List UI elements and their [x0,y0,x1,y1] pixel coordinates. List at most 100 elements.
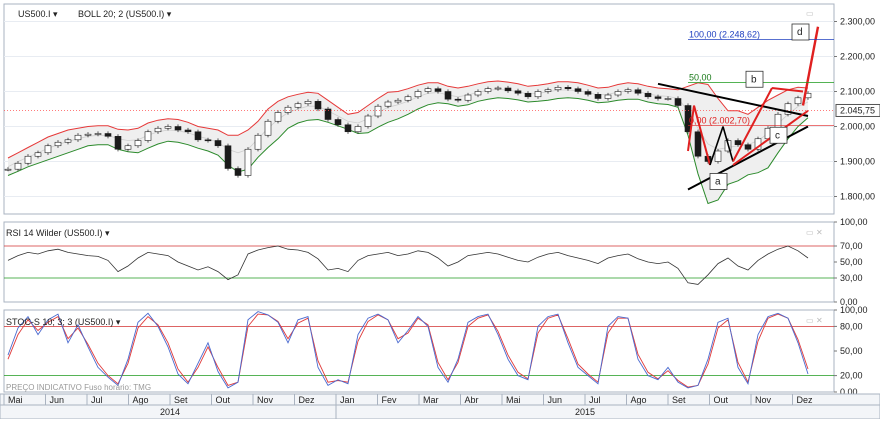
candle-up [4,168,12,171]
chevron-down-icon[interactable]: ▾ [167,9,172,19]
candle-down [194,131,202,141]
x-month-label: Mai [506,395,521,405]
candle-up [544,89,552,92]
candle-up [414,91,422,98]
candle-down [584,91,592,95]
candle-down [734,140,742,145]
panel-close-icon[interactable]: ✕ [816,316,823,325]
candle-up [664,98,672,100]
candle-down [564,87,572,90]
candle-down [104,133,112,137]
candle-up [304,101,312,105]
footer-note: PREÇO INDICATIVO Fuso horário: TMG [6,383,152,392]
candle-up [464,94,472,101]
x-month-label: Nov [257,395,274,405]
x-month-label: Fev [382,395,398,405]
panel-maximize-icon[interactable]: ▭ [806,9,814,18]
indicator-label[interactable]: BOLL 20; 2 (US500.I) ▾ [78,9,171,20]
y-tick-label: 2.000,00 [840,122,875,132]
panel-frame-1 [3,221,835,303]
panel-frame-2 [3,309,835,393]
x-month-label: Jun [548,395,563,405]
candle-up [94,133,102,135]
candle-down [654,96,662,99]
y-tick-label: 2.300,00 [840,17,875,27]
candle-up [14,162,22,170]
candle-down [694,131,702,157]
candle-up [604,94,612,99]
candle-down [334,119,342,126]
candle-up [154,127,162,133]
fib-label-0: 0,00 (2.002,70) [689,116,750,126]
candle-down [114,136,122,150]
panel-close-icon[interactable]: ✕ [816,228,823,237]
candle-down [514,90,522,94]
x-month-label: Set [174,395,188,405]
y-tick-label: 1.800,00 [840,192,875,202]
candle-down [434,88,442,92]
candle-down [744,144,752,150]
wave-a-label: a [715,176,721,187]
candle-up [374,105,382,117]
candle-down [344,124,352,133]
candle-up [34,152,42,157]
chevron-down-icon[interactable]: ▾ [116,317,121,327]
chart-canvas[interactable]: 2.300,00 2.200,00 2.100,00 2.000,00 1.900,00… [0,0,880,420]
y-tick-label: 70,00 [840,241,863,251]
candle-up [714,150,722,162]
candle-up [124,145,132,150]
x-month-label: Ago [133,395,149,405]
fib-label-50: 50,00 [689,73,712,83]
x-month-label: Nov [755,395,772,405]
candle-up [294,103,302,108]
candle-up [384,101,392,107]
x-month-label: Abr [465,395,479,405]
x-year-label: 2015 [575,407,595,417]
panel-maximize-icon[interactable]: ▭ [806,228,814,237]
x-month-label: Out [216,395,231,405]
candle-down [184,129,192,133]
candle-down [594,94,602,99]
panel-maximize-icon[interactable]: ▭ [806,316,814,325]
x-month-label: Set [672,395,686,405]
chevron-down-icon[interactable]: ▾ [53,9,58,19]
candle-up [44,145,52,154]
x-month-label: Dez [299,395,316,405]
candle-up [74,134,82,141]
candle-down [524,92,532,98]
stoch-label[interactable]: STOC-S 10; 3; 3 (US500.I) ▾ [6,317,120,328]
rsi-label[interactable]: RSI 14 Wilder (US500.I) ▾ [6,228,110,239]
candle-up [264,120,272,136]
candle-up [484,88,492,92]
wave-b-label: b [751,74,757,85]
candle-down [444,91,452,100]
candle-up [284,106,292,113]
y-tick-label: 100,00 [840,217,868,227]
x-month-label: Mar [423,395,439,405]
candle-down [574,88,582,92]
candle-up [624,89,632,92]
candle-up [144,131,152,141]
stoch-indicator-name: STOC-S 10; 3; 3 (US500.I) [6,317,114,327]
wave-d-label: d [797,27,803,38]
candle-up [54,141,62,147]
chevron-down-icon[interactable]: ▾ [105,228,110,238]
symbol-label[interactable]: US500.I ▾ [18,9,58,20]
candle-down [204,139,212,142]
candle-down [634,89,642,94]
chart-workspace: 2.300,00 2.200,00 2.100,00 2.000,00 1.900,00… [0,0,880,420]
y-tick-label: 30,00 [840,273,863,283]
candle-up [64,139,72,143]
x-month-label: Jun [50,395,65,405]
candle-up [24,155,32,164]
x-month-label: Ago [631,395,647,405]
candle-down [454,98,462,101]
candle-up [364,115,372,127]
y-tick-label: 100,00 [840,305,868,315]
candle-down [214,140,222,147]
y-tick-label: 2.100,00 [840,87,875,97]
y-tick-label: 50,00 [840,257,863,267]
candle-up [394,99,402,103]
symbol-name: US500.I [18,9,51,19]
x-year-label: 2014 [160,407,180,417]
